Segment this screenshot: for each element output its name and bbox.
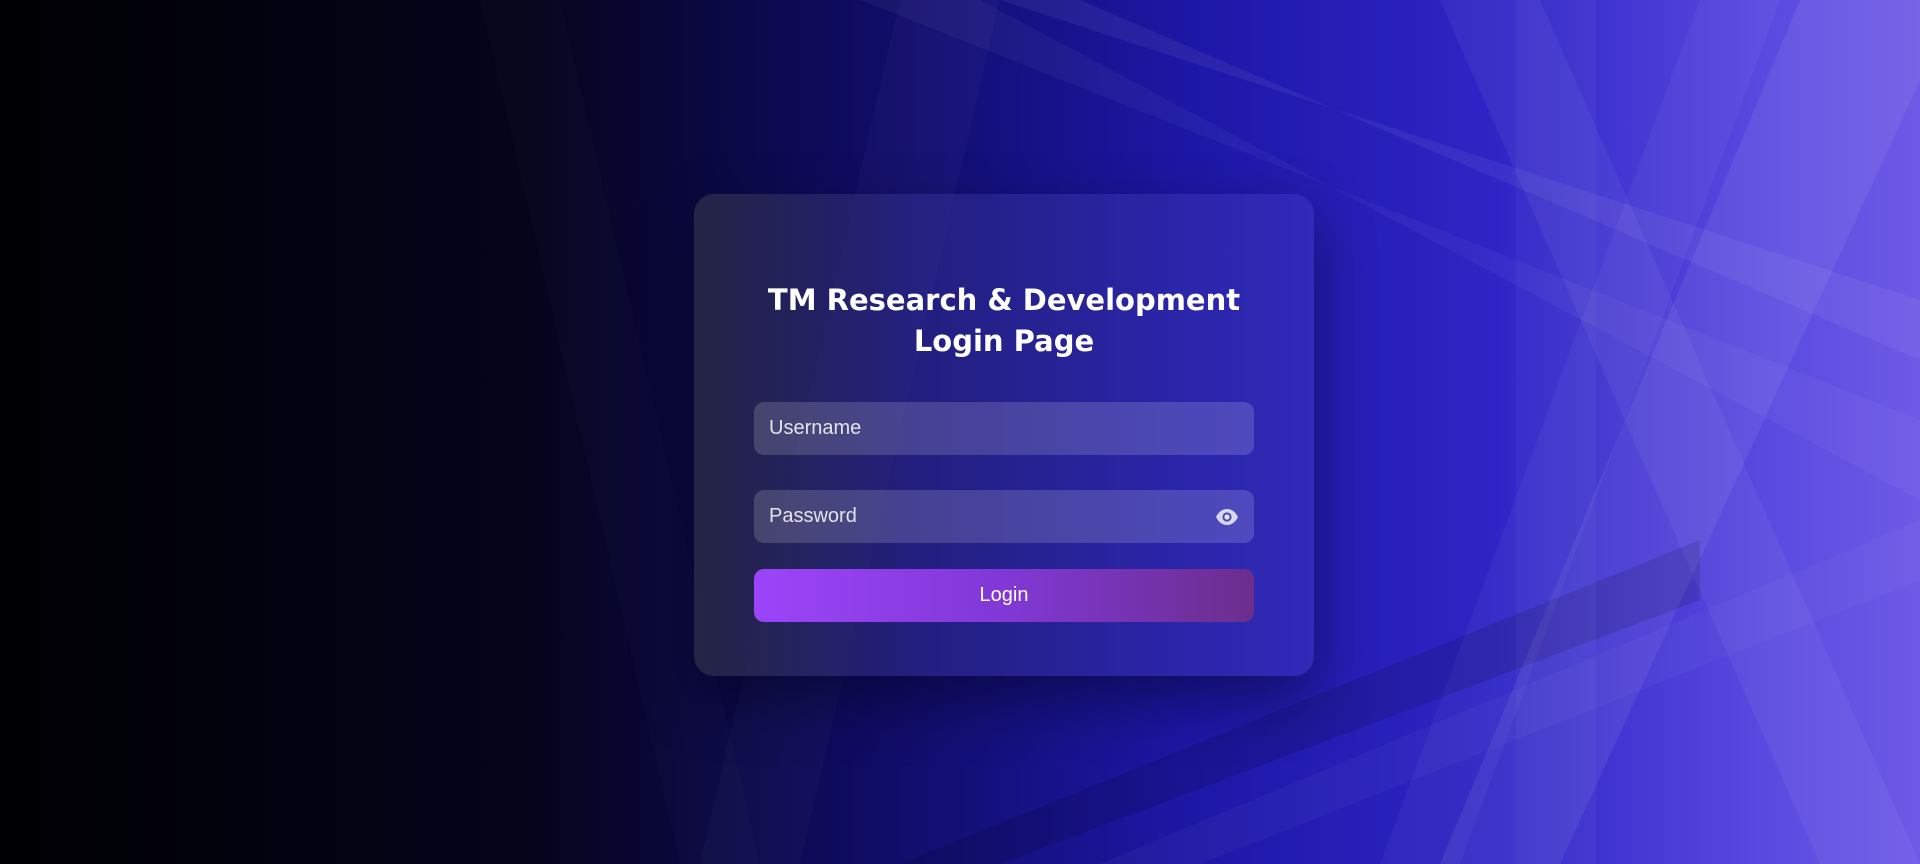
eye-icon[interactable] (1214, 504, 1240, 530)
password-field-wrapper (754, 490, 1254, 543)
login-button[interactable]: Login (754, 569, 1254, 622)
title-line-2: Login Page (913, 324, 1095, 358)
page-title: TM Research & Development Login Page (754, 280, 1254, 362)
password-input[interactable] (754, 490, 1254, 543)
username-field-wrapper (754, 402, 1254, 455)
login-card: TM Research & Development Login Page Log… (694, 194, 1314, 676)
title-line-1: TM Research & Development (767, 283, 1241, 317)
username-input[interactable] (754, 402, 1254, 455)
